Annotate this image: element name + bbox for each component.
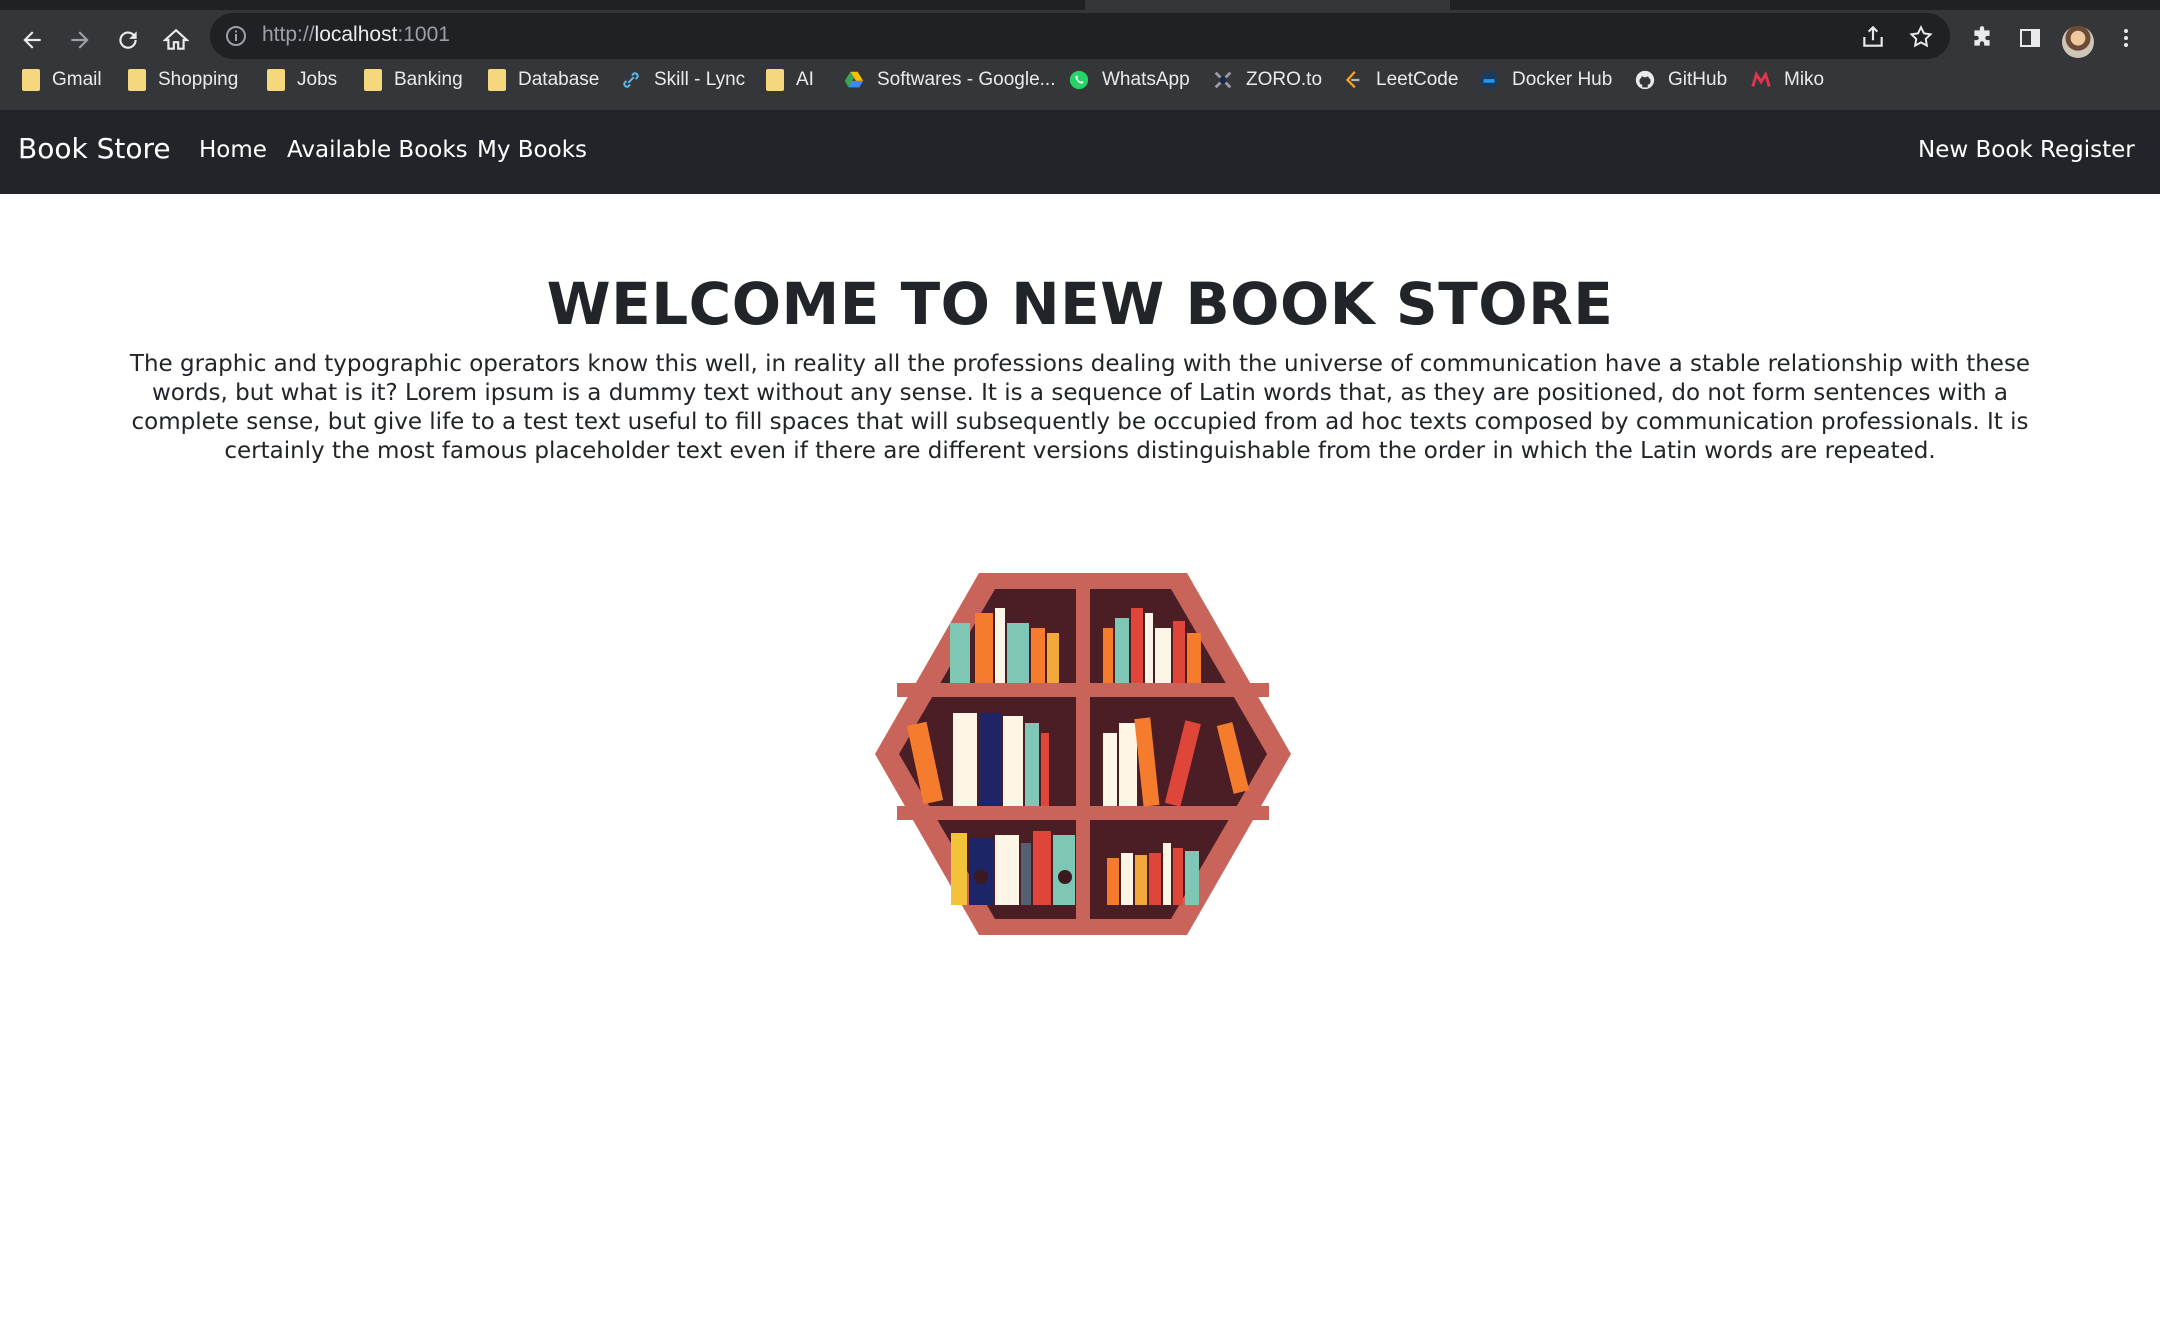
extensions-button[interactable] xyxy=(1966,22,1998,54)
bookmark-gmail[interactable]: Gmail xyxy=(22,66,102,94)
bookmark-banking[interactable]: Banking xyxy=(364,66,463,94)
active-tab[interactable] xyxy=(1085,0,1450,10)
more-vertical-icon xyxy=(2124,29,2128,47)
google-drive-icon xyxy=(844,71,864,88)
bookmark-label: LeetCode xyxy=(1376,69,1459,90)
bookmark-softwares[interactable]: Softwares - Google... xyxy=(843,66,1055,94)
arrow-right-icon xyxy=(71,31,89,49)
back-button[interactable] xyxy=(12,20,52,60)
bookmark-label: WhatsApp xyxy=(1102,69,1190,90)
home-icon xyxy=(163,28,189,50)
bookmark-docker-hub[interactable]: Docker Hub xyxy=(1478,66,1612,94)
bookmark-whatsapp[interactable]: WhatsApp xyxy=(1068,66,1190,94)
profile-avatar[interactable] xyxy=(2062,26,2094,58)
leetcode-icon xyxy=(1345,70,1360,89)
star-icon[interactable] xyxy=(1908,24,1934,50)
link-icon xyxy=(623,72,639,88)
github-icon xyxy=(1635,70,1655,90)
share-icon[interactable] xyxy=(1860,24,1886,50)
bookmark-leetcode[interactable]: LeetCode xyxy=(1342,66,1458,94)
side-panel-icon xyxy=(2020,29,2040,47)
bookmark-label: Docker Hub xyxy=(1512,69,1613,90)
nav-link-home[interactable]: Home xyxy=(199,137,267,163)
home-button[interactable] xyxy=(156,20,196,60)
miko-icon xyxy=(1751,71,1771,87)
bookmark-database[interactable]: Database xyxy=(488,66,599,94)
address-bar[interactable]: http://localhost:1001 xyxy=(210,13,1950,59)
bookmark-label: Shopping xyxy=(158,69,239,90)
folder-icon xyxy=(364,69,382,91)
bookmark-shopping[interactable]: Shopping xyxy=(128,66,238,94)
browser-chrome: http://localhost:1001 Gmail Shopping Job… xyxy=(0,0,2160,110)
bookmarks-bar: Gmail Shopping Jobs Banking Database Ski… xyxy=(0,62,2160,98)
bookmark-label: Jobs xyxy=(297,69,338,90)
bookmark-label: Miko xyxy=(1784,69,1825,90)
arrow-left-icon xyxy=(23,31,41,49)
bookmark-label: Banking xyxy=(394,69,463,90)
reload-icon xyxy=(119,31,137,49)
bookmark-label: ZORO.to xyxy=(1246,69,1323,90)
bookmark-label: Database xyxy=(518,69,600,90)
bookmark-label: Skill - Lync xyxy=(654,69,746,90)
menu-button[interactable] xyxy=(2110,22,2142,54)
app-navbar: Book Store Home Available Books My Books… xyxy=(0,110,2160,194)
tab-strip xyxy=(0,0,2160,10)
bookmark-skill-lync[interactable]: Skill - Lync xyxy=(620,66,745,94)
folder-icon xyxy=(766,69,784,91)
bookshelf-illustration xyxy=(875,573,1291,935)
brand-link[interactable]: Book Store xyxy=(18,132,171,165)
bookmark-miko[interactable]: Miko xyxy=(1750,66,1824,94)
bookmark-label: Gmail xyxy=(52,69,102,90)
page-title: WELCOME TO NEW BOOK STORE xyxy=(546,270,1614,338)
folder-icon xyxy=(267,69,285,91)
docker-icon xyxy=(1479,70,1499,90)
reload-button[interactable] xyxy=(108,20,148,60)
info-icon[interactable] xyxy=(224,24,248,48)
whatsapp-icon xyxy=(1069,70,1089,90)
nav-link-available-books[interactable]: Available Books xyxy=(287,137,468,163)
bookmark-zoro[interactable]: ZORO.to xyxy=(1212,66,1322,94)
intro-paragraph: The graphic and typographic operators kn… xyxy=(129,351,2031,464)
nav-link-new-book-register[interactable]: New Book Register xyxy=(1918,137,2135,163)
folder-icon xyxy=(22,69,40,91)
side-panel-button[interactable] xyxy=(2014,22,2046,54)
puzzle-icon xyxy=(1974,26,1990,46)
bookmark-label: GitHub xyxy=(1668,69,1728,90)
folder-icon xyxy=(128,69,146,91)
folder-icon xyxy=(488,69,506,91)
nav-link-my-books[interactable]: My Books xyxy=(477,137,587,163)
bookmark-ai[interactable]: AI xyxy=(766,66,814,94)
url-text[interactable]: http://localhost:1001 xyxy=(262,23,450,47)
bookmark-github[interactable]: GitHub xyxy=(1634,66,1727,94)
forward-button[interactable] xyxy=(60,20,100,60)
bookmark-label: AI xyxy=(796,69,814,90)
bookmark-label: Softwares - Google... xyxy=(877,69,1056,90)
bookmark-jobs[interactable]: Jobs xyxy=(267,66,337,94)
zoro-icon xyxy=(1214,71,1232,89)
browser-toolbar: http://localhost:1001 xyxy=(0,10,2160,68)
